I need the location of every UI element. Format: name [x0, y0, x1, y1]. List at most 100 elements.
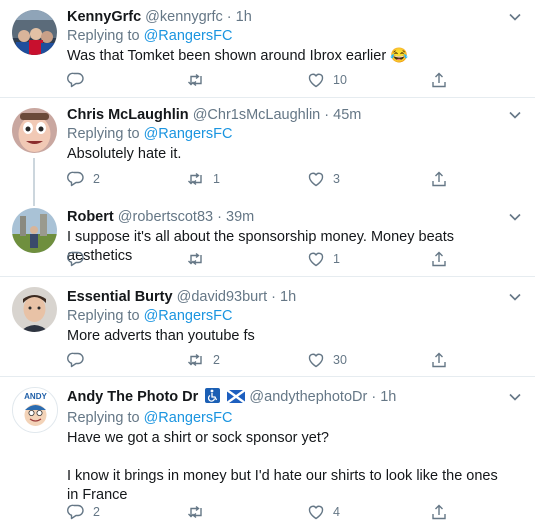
- like-button[interactable]: 1: [307, 248, 340, 270]
- heart-icon: [308, 172, 324, 187]
- reply-icon: [67, 72, 84, 88]
- avatar[interactable]: [12, 287, 57, 332]
- tweet-actions: 2 4: [67, 501, 507, 523]
- scotland-flag-icon: [226, 389, 247, 409]
- replying-to: Replying to @RangersFC: [67, 307, 505, 326]
- timestamp[interactable]: 39m: [226, 209, 254, 225]
- chevron-down-icon[interactable]: [507, 289, 523, 305]
- reply-button[interactable]: 2: [67, 501, 100, 523]
- retweet-icon: [188, 505, 202, 519]
- share-icon: [432, 352, 446, 368]
- chevron-down-icon[interactable]: [507, 9, 523, 25]
- reply-icon: [67, 251, 84, 267]
- share-button[interactable]: [430, 501, 448, 523]
- display-name[interactable]: Essential Burty: [67, 289, 173, 305]
- avatar[interactable]: [12, 108, 57, 153]
- tweet-actions: 1: [67, 248, 507, 270]
- like-button[interactable]: 10: [307, 69, 347, 91]
- tweet-header: Chris McLaughlin @Chr1sMcLaughlin · 45m: [67, 106, 505, 125]
- tweet-actions: 2 1 3: [67, 168, 507, 190]
- avatar[interactable]: ANDY: [12, 387, 58, 433]
- timestamp[interactable]: 45m: [333, 107, 361, 123]
- replying-to: Replying to @RangersFC: [67, 27, 505, 46]
- reply-count: 2: [93, 505, 100, 519]
- display-name[interactable]: Chris McLaughlin: [67, 107, 189, 123]
- user-handle[interactable]: @david93burt: [177, 289, 268, 305]
- tweet-david93burt[interactable]: Essential Burty @david93burt · 1h Replyi…: [0, 277, 535, 377]
- timestamp[interactable]: 1h: [380, 389, 396, 405]
- like-button[interactable]: 4: [307, 501, 340, 523]
- tweet-andythephotodr[interactable]: ANDY Andy The Photo Dr @andythephotoDr ·…: [0, 377, 535, 527]
- reply-count: 2: [93, 172, 100, 186]
- retweet-button[interactable]: 2: [187, 349, 220, 371]
- like-count: 3: [333, 172, 340, 186]
- retweet-icon: [188, 353, 202, 367]
- tweet-header: Andy The Photo Dr @andythephotoDr · 1h: [67, 388, 505, 409]
- tweet-paragraph: Was that Tomket been shown around Ibrox …: [67, 48, 409, 64]
- share-button[interactable]: [430, 248, 448, 270]
- heart-icon: [308, 252, 324, 267]
- mention-link[interactable]: @RangersFC: [144, 126, 233, 142]
- reply-button[interactable]: [67, 248, 93, 270]
- wheelchair-icon: [205, 388, 221, 409]
- reply-icon: [67, 171, 84, 187]
- avatar[interactable]: [12, 10, 57, 55]
- display-name[interactable]: KennyGrfc: [67, 9, 141, 25]
- share-icon: [432, 251, 446, 267]
- tweet-text: Absolutely hate it.: [67, 145, 505, 164]
- heart-icon: [308, 353, 324, 368]
- avatar[interactable]: [12, 208, 57, 253]
- share-icon: [432, 504, 446, 520]
- replying-to: Replying to @RangersFC: [67, 409, 505, 428]
- timestamp[interactable]: 1h: [236, 9, 252, 25]
- tweet-actions: 10: [67, 69, 507, 91]
- chevron-down-icon[interactable]: [507, 209, 523, 225]
- replying-to-label: Replying to: [67, 126, 140, 142]
- user-handle[interactable]: @Chr1sMcLaughlin: [193, 107, 321, 123]
- heart-icon: [308, 73, 324, 88]
- retweet-button[interactable]: [187, 501, 213, 523]
- tweet-paragraph: Have we got a shirt or sock sponsor yet?: [67, 430, 329, 446]
- user-handle[interactable]: @andythephotoDr: [249, 389, 367, 405]
- retweet-button[interactable]: 1: [187, 168, 220, 190]
- user-handle[interactable]: @robertscot83: [118, 209, 213, 225]
- share-button[interactable]: [430, 349, 448, 371]
- mention-link[interactable]: @RangersFC: [144, 308, 233, 324]
- timestamp[interactable]: 1h: [280, 289, 296, 305]
- mention-link[interactable]: @RangersFC: [144, 410, 233, 426]
- separator: ·: [371, 389, 377, 405]
- tweet-header: Essential Burty @david93burt · 1h: [67, 288, 505, 307]
- separator: ·: [226, 9, 232, 25]
- replying-to-label: Replying to: [67, 28, 140, 44]
- share-button[interactable]: [430, 168, 448, 190]
- reply-button[interactable]: 2: [67, 168, 100, 190]
- tweet-robertscot83[interactable]: Robert @robertscot83 · 39m I suppose it'…: [0, 196, 535, 277]
- reply-button[interactable]: [67, 69, 93, 91]
- like-button[interactable]: 30: [307, 349, 347, 371]
- reply-button[interactable]: [67, 349, 93, 371]
- retweet-button[interactable]: [187, 69, 213, 91]
- replying-to-label: Replying to: [67, 410, 140, 426]
- mention-link[interactable]: @RangersFC: [144, 28, 233, 44]
- display-name[interactable]: Robert: [67, 209, 114, 225]
- retweet-button[interactable]: [187, 248, 213, 270]
- user-handle[interactable]: @kennygrfc: [145, 9, 223, 25]
- like-button[interactable]: 3: [307, 168, 340, 190]
- share-icon: [432, 72, 446, 88]
- chevron-down-icon[interactable]: [507, 389, 523, 405]
- tweet-text: Was that Tomket been shown around Ibrox …: [67, 47, 505, 66]
- display-name[interactable]: Andy The Photo Dr: [67, 389, 198, 405]
- retweet-icon: [188, 73, 202, 87]
- like-count: 1: [333, 252, 340, 266]
- like-count: 4: [333, 505, 340, 519]
- like-count: 10: [333, 73, 347, 87]
- replying-to: Replying to @RangersFC: [67, 125, 505, 144]
- tweet-paragraph: More adverts than youtube fs: [67, 328, 255, 344]
- tweet-text: More adverts than youtube fs: [67, 327, 505, 346]
- share-button[interactable]: [430, 69, 448, 91]
- tweet-chr1smclaughlin[interactable]: Chris McLaughlin @Chr1sMcLaughlin · 45m …: [0, 98, 535, 206]
- reply-icon: [67, 352, 84, 368]
- tweet-kennygrfc[interactable]: KennyGrfc @kennygrfc · 1h Replying to @R…: [0, 0, 535, 98]
- tweet-paragraph: Absolutely hate it.: [67, 146, 182, 162]
- chevron-down-icon[interactable]: [507, 107, 523, 123]
